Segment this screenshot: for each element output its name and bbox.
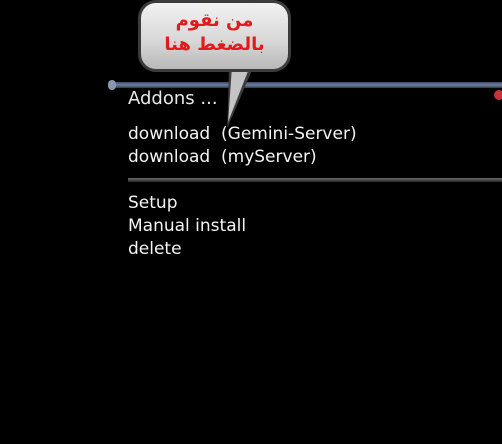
callout-line-2: بالضغط هنا [164, 34, 265, 55]
menu-item-download-myserver[interactable]: download (myServer) [128, 146, 317, 168]
menu-item-delete[interactable]: delete [128, 238, 182, 260]
menu-item-manual-install[interactable]: Manual install [128, 215, 246, 237]
dialog-border-cap [108, 80, 116, 90]
menu-item-download-gemini-server[interactable]: download (Gemini-Server) [128, 123, 357, 145]
annotation-callout: من نقوم بالضغط هنا [138, 0, 291, 72]
callout-text: من نقوم بالضغط هنا [141, 9, 288, 57]
dialog-title: Addons ... [128, 88, 218, 109]
callout-line-1: من نقوم [175, 10, 254, 31]
addons-screen: Addons ... download (Gemini-Server) down… [0, 0, 502, 444]
menu-item-setup[interactable]: Setup [128, 192, 177, 214]
status-indicator-icon [494, 90, 502, 100]
menu-divider [128, 178, 502, 182]
